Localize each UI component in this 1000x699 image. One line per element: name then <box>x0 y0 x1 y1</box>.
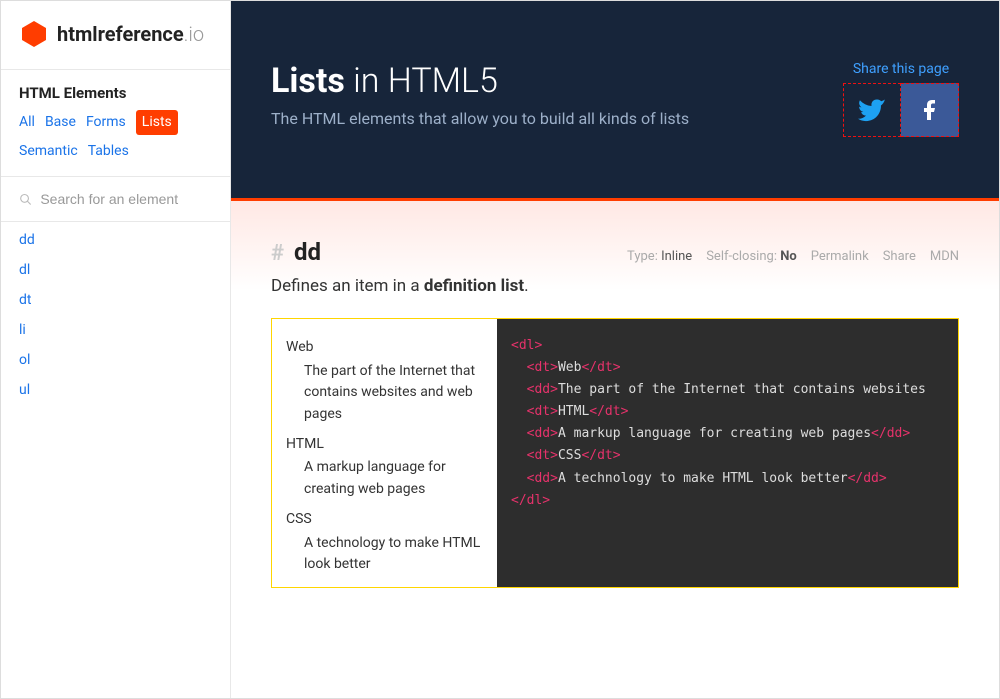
entry-dd: # dd Type: Inline Self-closing: No Perma… <box>271 238 959 588</box>
example-box: Example: Copy WebThe part of the Interne… <box>271 318 959 588</box>
share-twitter-button[interactable] <box>843 83 901 137</box>
element-link-ul[interactable]: ul <box>19 382 212 398</box>
element-link-dl[interactable]: dl <box>19 262 212 278</box>
preview-definition: A technology to make HTML look better <box>304 533 483 576</box>
logo-text: htmlreference.io <box>57 22 204 46</box>
sidebar-title: HTML Elements <box>19 84 212 102</box>
main: Lists in HTML5 The HTML elements that al… <box>231 1 999 698</box>
preview-term: Web <box>286 337 483 359</box>
entry-name: dd <box>294 238 321 266</box>
filter-all[interactable]: All <box>19 110 35 135</box>
share-box: Share this page <box>843 61 959 137</box>
filter-forms[interactable]: Forms <box>86 110 126 135</box>
filter-lists[interactable]: Lists <box>136 110 178 135</box>
search-input[interactable] <box>40 191 212 207</box>
element-link-ol[interactable]: ol <box>19 352 212 368</box>
search-area <box>1 177 230 222</box>
permalink-link[interactable]: Permalink <box>811 249 869 264</box>
element-link-li[interactable]: li <box>19 322 212 338</box>
twitter-icon <box>858 96 886 124</box>
search-icon <box>19 192 32 207</box>
preview-definition: The part of the Internet that contains w… <box>304 361 483 426</box>
element-link-dt[interactable]: dt <box>19 292 212 308</box>
example-code: <dl> <dt>Web</dt> <dd>The part of the In… <box>497 319 958 587</box>
hash-icon: # <box>271 241 284 266</box>
entry-meta: Type: Inline Self-closing: No Permalink … <box>627 249 959 264</box>
element-list: dd dl dt li ol ul <box>1 222 230 408</box>
facebook-icon <box>918 98 942 122</box>
filter-semantic[interactable]: Semantic <box>19 139 78 164</box>
mdn-link[interactable]: MDN <box>930 249 959 264</box>
filter-row: All Base Forms Lists Semantic Tables <box>19 110 212 164</box>
example-preview: WebThe part of the Internet that contain… <box>272 319 497 587</box>
content: # dd Type: Inline Self-closing: No Perma… <box>231 198 999 698</box>
logo[interactable]: htmlreference.io <box>1 1 230 70</box>
hero: Lists in HTML5 The HTML elements that al… <box>231 1 999 198</box>
filter-tables[interactable]: Tables <box>88 139 129 164</box>
preview-definition: A markup language for creating web pages <box>304 457 483 500</box>
sidebar: htmlreference.io HTML Elements All Base Fo… <box>1 1 231 698</box>
entry-description: Defines an item in a definition list. <box>271 276 959 296</box>
filter-base[interactable]: Base <box>45 110 76 135</box>
preview-term: CSS <box>286 509 483 531</box>
share-link[interactable]: Share <box>883 249 916 264</box>
logo-icon <box>19 19 49 49</box>
share-facebook-button[interactable] <box>901 83 959 137</box>
share-label: Share this page <box>843 61 959 77</box>
preview-term: HTML <box>286 434 483 456</box>
element-link-dd[interactable]: dd <box>19 232 212 248</box>
filter-section: HTML Elements All Base Forms Lists Semantic T… <box>1 70 230 177</box>
